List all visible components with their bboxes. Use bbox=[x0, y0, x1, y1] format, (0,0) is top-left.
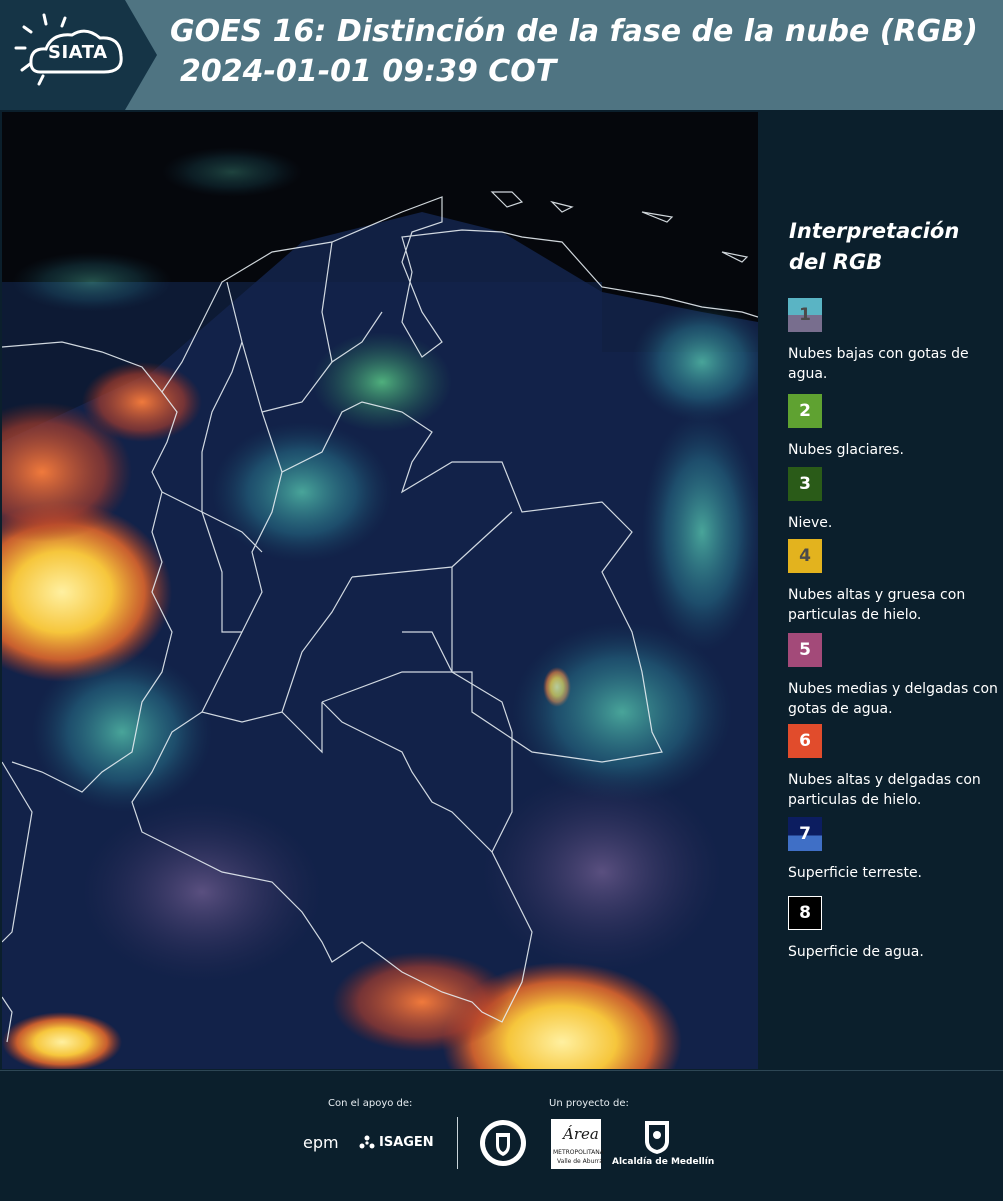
footer: Con el apoyo de: Un proyecto de: epm ISA… bbox=[0, 1070, 1003, 1201]
area-logo-text: Área bbox=[563, 1125, 599, 1143]
page-title: GOES 16: Distinción de la fase de la nub… bbox=[170, 14, 978, 49]
legend-number-1: 1 bbox=[799, 305, 811, 325]
legend-label-6: Nubes altas y delgadas con particulas de… bbox=[788, 772, 981, 808]
legend-label-8: Superficie de agua. bbox=[788, 944, 924, 960]
legend-label-2: Nubes glaciares. bbox=[788, 442, 904, 458]
epm-logo-text: epm bbox=[303, 1133, 339, 1152]
satellite-image bbox=[2, 112, 758, 1069]
isagen-logo: ISAGEN bbox=[357, 1131, 442, 1155]
siata-logo: SIATA bbox=[0, 0, 157, 110]
legend-swatch-3: 3 bbox=[788, 467, 822, 501]
legend-label-7: Superficie terreste. bbox=[788, 865, 923, 881]
epm-logo: epm bbox=[303, 1131, 353, 1155]
header-banner: SIATA GOES 16: Distinción de la fase de … bbox=[0, 0, 1003, 110]
legend-number-4: 4 bbox=[799, 546, 811, 566]
legend-label-3: Nieve. bbox=[788, 515, 833, 531]
legend-swatch-1: 1 bbox=[788, 298, 822, 332]
legend-swatch-6: 6 bbox=[788, 724, 822, 758]
legend-swatch-8: 8 bbox=[788, 896, 822, 930]
legend-swatch-7: 7 bbox=[788, 817, 822, 851]
legend-number-5: 5 bbox=[799, 640, 811, 660]
legend-swatch-2: 2 bbox=[788, 394, 822, 428]
area-metropolitana-logo: Área METROPOLITANA Valle de Aburrá bbox=[551, 1119, 604, 1169]
legend-swatch-4: 4 bbox=[788, 539, 822, 573]
isagen-logo-text: ISAGEN bbox=[379, 1135, 434, 1150]
legend-number-6: 6 bbox=[799, 731, 811, 751]
legend-label-1: Nubes bajas con gotas de agua. bbox=[788, 346, 969, 382]
area-logo-subtext2: Valle de Aburrá bbox=[557, 1158, 603, 1165]
legend-panel: Interpretación del RGB 1 Nubes bajas con… bbox=[760, 112, 1003, 1069]
legend-number-7: 7 bbox=[799, 824, 811, 844]
legend-number-8: 8 bbox=[799, 903, 811, 923]
area-logo-subtext: METROPOLITANA bbox=[553, 1149, 604, 1156]
legend-swatch-5: 5 bbox=[788, 633, 822, 667]
support-label: Con el apoyo de: bbox=[328, 1098, 413, 1109]
seal-logo bbox=[479, 1119, 527, 1167]
timestamp: 2024-01-01 09:39 COT bbox=[180, 54, 557, 89]
legend-label-4: Nubes altas y gruesa con particulas de h… bbox=[788, 587, 966, 623]
siata-logo-text: SIATA bbox=[48, 42, 108, 63]
legend-number-2: 2 bbox=[799, 401, 811, 421]
alcaldia-logo-text: Alcaldía de Medellín bbox=[612, 1157, 715, 1167]
project-label: Un proyecto de: bbox=[549, 1098, 629, 1109]
footer-divider bbox=[457, 1117, 458, 1169]
legend-label-5: Nubes medias y delgadas con gotas de agu… bbox=[788, 681, 998, 717]
legend-title: Interpretación del RGB bbox=[789, 219, 960, 274]
alcaldia-shield-icon bbox=[645, 1121, 669, 1154]
legend-number-3: 3 bbox=[799, 474, 811, 494]
alcaldia-logo: Alcaldía de Medellín bbox=[612, 1119, 714, 1169]
isagen-icon bbox=[359, 1135, 375, 1149]
